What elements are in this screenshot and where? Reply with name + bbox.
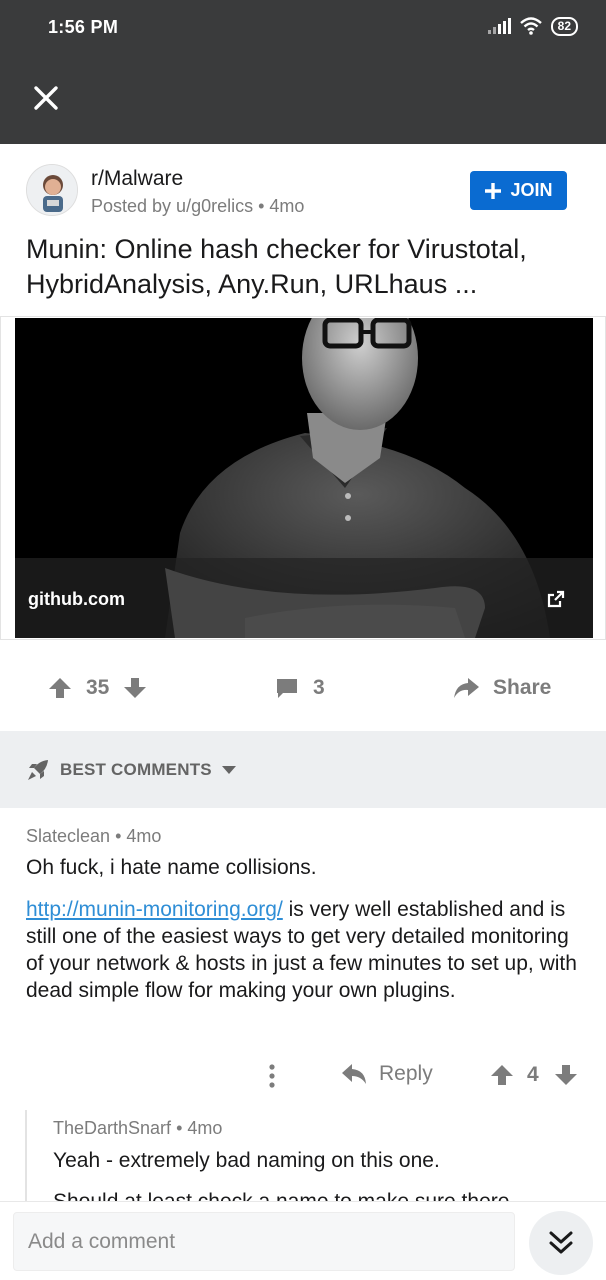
post-header: r/Malware Posted by u/g0relics • 4mo JOI… — [0, 144, 606, 314]
meta-separator: • — [176, 1118, 188, 1138]
reply-button[interactable]: Reply — [341, 1062, 433, 1086]
close-icon — [34, 86, 58, 110]
comment-author[interactable]: TheDarthSnarf — [53, 1118, 171, 1138]
comment-meta: TheDarthSnarf • 4mo — [53, 1118, 222, 1139]
vote-controls: 35 — [48, 676, 147, 700]
join-label: JOIN — [510, 180, 553, 200]
share-icon — [454, 678, 479, 698]
comment-sort-bar: BEST COMMENTS — [0, 731, 606, 808]
post-action-bar: 35 3 Share — [0, 648, 606, 730]
comments-button[interactable]: 3 — [275, 676, 325, 700]
rocket-icon — [28, 760, 48, 780]
post-meta: Posted by u/g0relics • 4mo — [91, 196, 304, 217]
comment-count: 3 — [313, 676, 325, 699]
subreddit-avatar[interactable] — [26, 164, 78, 216]
double-chevron-down-icon — [549, 1231, 573, 1254]
meta-separator: • — [258, 196, 270, 216]
downvote-icon[interactable] — [123, 676, 147, 700]
comment-text: Oh fuck, i hate name collisions. — [26, 856, 317, 879]
post-age: 4mo — [269, 196, 305, 216]
link-domain: github.com — [28, 589, 125, 609]
reply-icon — [342, 1064, 366, 1084]
comment-icon — [277, 679, 297, 698]
comment-text: Should at least check a name to make sur… — [53, 1188, 583, 1201]
meta-separator: • — [115, 826, 127, 846]
comment-composer — [0, 1201, 606, 1280]
comment-meta: Slateclean • 4mo — [26, 826, 161, 847]
thread-line — [25, 1110, 27, 1201]
downvote-icon[interactable] — [554, 1063, 578, 1087]
reply-label: Reply — [379, 1062, 433, 1085]
share-button[interactable]: Share — [453, 676, 551, 700]
wifi-icon — [519, 17, 542, 35]
next-comment-button[interactable] — [529, 1211, 593, 1275]
sort-label: BEST COMMENTS — [60, 760, 212, 779]
close-button[interactable] — [28, 80, 64, 116]
status-time: 1:56 PM — [48, 17, 119, 37]
comment-actions: Reply 4 — [262, 1060, 582, 1092]
post-score: 35 — [86, 676, 110, 699]
comment-age: 4mo — [187, 1118, 223, 1138]
comment-author[interactable]: Slateclean — [26, 826, 110, 846]
comment-list: Slateclean • 4mo Oh fuck, i hate name co… — [0, 808, 606, 1201]
battery-icon: 82 — [550, 16, 578, 36]
posted-by-text[interactable]: Posted by u/g0relics — [91, 196, 253, 216]
plus-icon — [485, 182, 502, 199]
comment-score: 4 — [527, 1063, 539, 1086]
comment-age: 4mo — [126, 826, 162, 846]
subreddit-name[interactable]: r/Malware — [91, 167, 183, 191]
app-bar — [0, 56, 606, 144]
comment-link[interactable]: http://munin-monitoring.org/ — [26, 898, 283, 921]
caret-down-icon — [221, 766, 236, 774]
signal-icon — [487, 18, 511, 34]
comment-text: http://munin-monitoring.org/ is very wel… — [26, 896, 586, 1004]
comment-text: Yeah - extremely bad naming on this one. — [53, 1149, 440, 1172]
upvote-icon[interactable] — [48, 676, 72, 700]
share-label: Share — [493, 676, 552, 699]
join-button[interactable]: JOIN — [470, 171, 567, 210]
upvote-icon[interactable] — [490, 1063, 514, 1087]
more-options-icon[interactable] — [262, 1063, 282, 1089]
sort-dropdown[interactable]: BEST COMMENTS — [26, 758, 236, 782]
status-bar: 1:56 PM 82 — [0, 0, 606, 56]
link-preview[interactable]: github.com — [0, 316, 606, 640]
status-icons: 82 — [487, 16, 578, 36]
post-title[interactable]: Munin: Online hash checker for Virustota… — [26, 232, 586, 302]
comment-input[interactable] — [13, 1212, 515, 1271]
external-link-icon — [547, 590, 565, 608]
